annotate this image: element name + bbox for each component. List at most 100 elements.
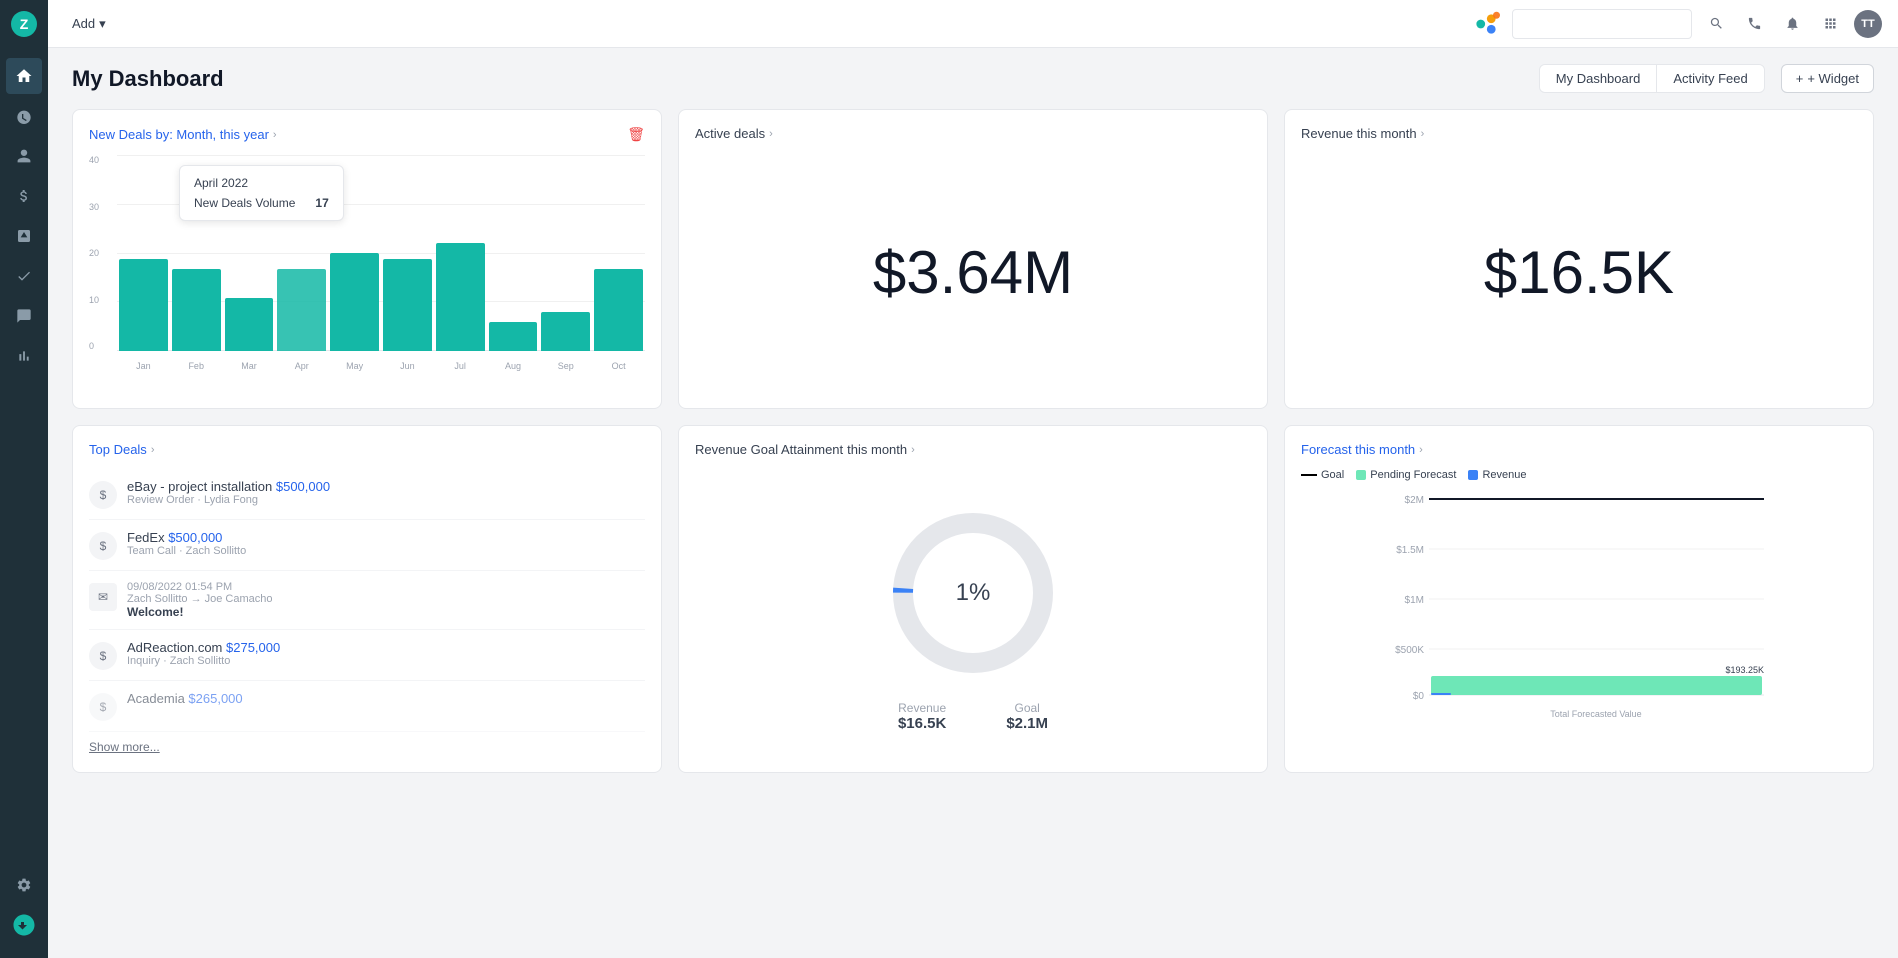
- user-avatar[interactable]: TT: [1854, 10, 1882, 38]
- legend-pending-label: Pending Forecast: [1370, 469, 1456, 481]
- revenue-sq-legend: [1468, 470, 1478, 480]
- donut-stat-goal: Goal $2.1M: [1006, 701, 1048, 732]
- sidebar-item-activity[interactable]: [6, 98, 42, 134]
- search-icon-btn[interactable]: [1702, 10, 1730, 38]
- deal-amount-1: $500,000: [276, 479, 330, 494]
- x-label-jun: Jun: [383, 361, 432, 371]
- deal-amount-2: $500,000: [168, 530, 222, 545]
- email-subject: Welcome!: [127, 605, 645, 619]
- new-deals-card-title: New Deals by: Month, this year › 🗑: [89, 126, 645, 143]
- top-deals-title-link[interactable]: Top Deals: [89, 442, 147, 457]
- goal-line-legend: [1301, 474, 1317, 476]
- tooltip-value: 17: [315, 196, 328, 210]
- revenue-goal-title: Revenue Goal Attainment this month ›: [695, 442, 1251, 457]
- bar-jun-wrapper: [383, 155, 432, 351]
- bar-oct-wrapper: [594, 155, 643, 351]
- x-label-jan: Jan: [119, 361, 168, 371]
- deal-item-academia: $ Academia $265,000: [89, 681, 645, 732]
- forecast-title-link[interactable]: Forecast this month: [1301, 442, 1415, 457]
- y-tick-30: 30: [89, 202, 117, 212]
- top-deals-chevron: ›: [151, 444, 155, 456]
- search-input[interactable]: [1512, 9, 1692, 39]
- tooltip-date: April 2022: [194, 176, 329, 190]
- notifications-icon-btn[interactable]: [1778, 10, 1806, 38]
- sidebar-item-analytics[interactable]: [6, 338, 42, 374]
- deal-name-2: FedEx $500,000: [127, 530, 645, 545]
- deal-name-3: AdReaction.com $275,000: [127, 640, 645, 655]
- revenue-month-card: Revenue this month › $16.5K: [1284, 109, 1874, 409]
- phone-icon-btn[interactable]: [1740, 10, 1768, 38]
- bar-sep-wrapper: [541, 155, 590, 351]
- revenue-value: $16.5K: [898, 715, 946, 732]
- sidebar-item-reports[interactable]: [6, 218, 42, 254]
- add-widget-button[interactable]: + + Widget: [1781, 64, 1874, 93]
- bar-aug-wrapper: [489, 155, 538, 351]
- deal-amount-3: $275,000: [226, 640, 280, 655]
- legend-revenue: Revenue: [1468, 469, 1526, 481]
- tab-my-dashboard[interactable]: My Dashboard: [1540, 65, 1658, 92]
- show-more-link[interactable]: Show more...: [89, 740, 160, 754]
- dashboard-grid: New Deals by: Month, this year › 🗑 40 30…: [72, 109, 1874, 773]
- email-date: 09/08/2022 01:54 PM: [127, 581, 645, 593]
- sidebar-item-messages[interactable]: [6, 298, 42, 334]
- revenue-month-value: $16.5K: [1484, 238, 1674, 307]
- deal-item-fedex: $ FedEx $500,000 Team Call · Zach Sollit…: [89, 520, 645, 571]
- bar-sep: [541, 312, 590, 351]
- bar-feb: [172, 269, 221, 351]
- topbar: Add ▾: [48, 0, 1898, 48]
- svg-text:$1M: $1M: [1405, 595, 1424, 606]
- plus-icon: +: [1796, 71, 1804, 86]
- bar-aug: [489, 322, 538, 351]
- svg-text:Z: Z: [20, 16, 29, 32]
- active-deals-value: $3.64M: [873, 238, 1073, 307]
- bar-apr: [277, 269, 326, 351]
- revenue-goal-chevron: ›: [911, 444, 915, 456]
- deal-sub-3: Inquiry · Zach Sollitto: [127, 655, 645, 667]
- apps-icon-btn[interactable]: [1816, 10, 1844, 38]
- x-label-feb: Feb: [172, 361, 221, 371]
- pending-sq-legend: [1356, 470, 1366, 480]
- y-tick-20: 20: [89, 248, 117, 258]
- sidebar-item-settings[interactable]: [6, 867, 42, 903]
- legend-goal: Goal: [1301, 469, 1344, 481]
- goal-label: Goal: [1006, 701, 1048, 715]
- svg-text:1%: 1%: [956, 579, 991, 606]
- bar-may: [330, 253, 379, 351]
- sidebar-item-deals[interactable]: [6, 178, 42, 214]
- sidebar-item-contacts[interactable]: [6, 138, 42, 174]
- deal-icon-1: $: [89, 481, 117, 509]
- sidebar-item-tasks[interactable]: [6, 258, 42, 294]
- new-deals-title-link[interactable]: New Deals by: Month, this year: [89, 127, 269, 142]
- sidebar-logo: Z: [8, 8, 40, 40]
- donut-stat-revenue: Revenue $16.5K: [898, 701, 946, 732]
- svg-text:Total Forecasted Value: Total Forecasted Value: [1550, 709, 1641, 719]
- deal-sub-2: Team Call · Zach Sollitto: [127, 545, 645, 557]
- email-participants: Zach Sollitto → Joe Camacho: [127, 593, 645, 605]
- add-button[interactable]: Add ▾: [64, 12, 114, 36]
- forecast-card: Forecast this month › Goal Pending Forec…: [1284, 425, 1874, 773]
- share-icon: [1470, 8, 1502, 40]
- tab-activity-feed[interactable]: Activity Feed: [1657, 65, 1763, 92]
- deal-item-email: ✉ 09/08/2022 01:54 PM Zach Sollitto → Jo…: [89, 571, 645, 630]
- y-axis: 40 30 20 10 0: [89, 155, 117, 351]
- forecast-svg: $2M $1.5M $1M $500K $0: [1301, 489, 1857, 729]
- svg-text:$0: $0: [1413, 691, 1425, 702]
- deal-info-1: eBay - project installation $500,000 Rev…: [127, 479, 645, 506]
- delete-new-deals-btn[interactable]: 🗑: [627, 126, 645, 143]
- svg-text:$193.25K: $193.25K: [1725, 665, 1764, 675]
- sidebar-item-home[interactable]: [6, 58, 42, 94]
- legend-pending: Pending Forecast: [1356, 469, 1456, 481]
- revenue-month-title-text: Revenue this month: [1301, 126, 1417, 141]
- bar-jul-wrapper: [436, 155, 485, 351]
- page-header: My Dashboard My Dashboard Activity Feed …: [72, 64, 1874, 93]
- active-deals-chevron: ›: [769, 128, 773, 140]
- content-area: My Dashboard My Dashboard Activity Feed …: [48, 48, 1898, 958]
- pending-forecast-bar: [1431, 676, 1762, 695]
- bar-jan: [119, 259, 168, 351]
- deal-name-1: eBay - project installation $500,000: [127, 479, 645, 494]
- chart-tooltip: April 2022 New Deals Volume 17: [179, 165, 344, 221]
- deal-icon-2: $: [89, 532, 117, 560]
- sidebar: Z: [0, 0, 48, 958]
- y-tick-0: 0: [89, 341, 117, 351]
- deal-info-2: FedEx $500,000 Team Call · Zach Sollitto: [127, 530, 645, 557]
